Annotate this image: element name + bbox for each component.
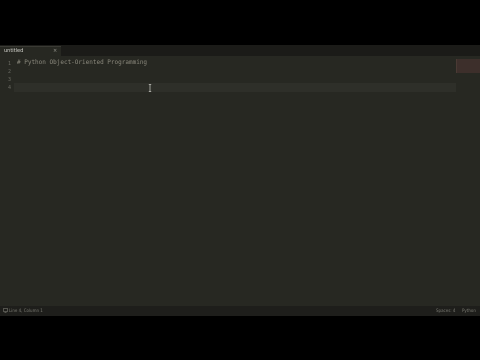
line-number: 1 [7, 61, 11, 67]
tab-label: untitled [4, 48, 24, 54]
syntax-selector[interactable]: Python [462, 308, 476, 314]
line-number-gutter: 1 2 3 4 [0, 56, 14, 306]
code-line[interactable]: # Python Object-Oriented Programming [17, 59, 147, 67]
editor-window: untitled × 1 2 3 4 # Python Object-Orien… [0, 45, 480, 316]
monitor-icon[interactable] [3, 308, 8, 313]
status-bar: Line 4, Column 1 Spaces: 4 Python [0, 306, 480, 316]
text-cursor-icon [148, 84, 152, 92]
cursor-position: Line 4, Column 1 [9, 308, 43, 313]
letterbox-bottom [0, 316, 480, 360]
close-icon[interactable]: × [53, 48, 57, 55]
indentation-setting[interactable]: Spaces: 4 [436, 308, 455, 314]
code-editor[interactable]: 1 2 3 4 # Python Object-Oriented Program… [0, 56, 480, 306]
line-number: 2 [7, 69, 11, 75]
current-line-highlight [14, 83, 456, 92]
minimap[interactable] [456, 56, 480, 306]
letterbox-top [0, 0, 480, 45]
minimap-viewport[interactable] [456, 59, 480, 73]
line-number: 3 [7, 77, 11, 83]
line-number: 4 [7, 85, 11, 91]
tab-bar: untitled × [0, 45, 480, 57]
